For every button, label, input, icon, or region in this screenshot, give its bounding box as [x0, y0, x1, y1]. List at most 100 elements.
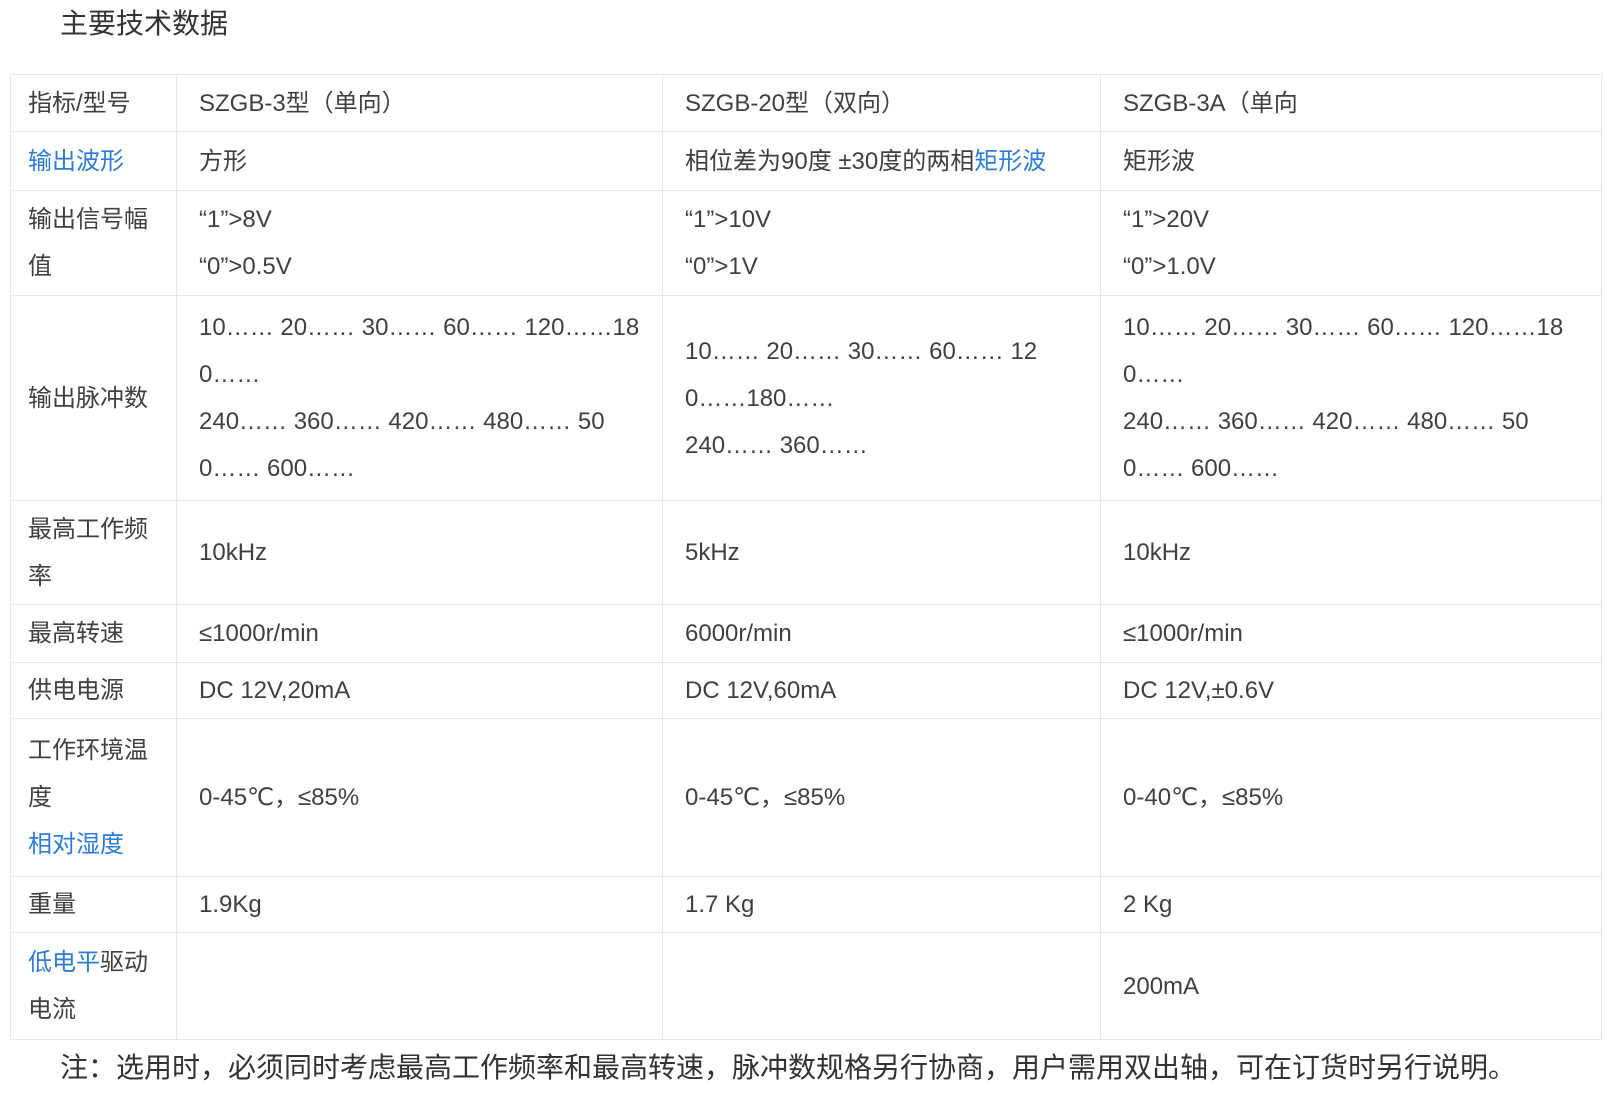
text: 0-40℃，≤85%: [1123, 784, 1283, 811]
text: 10kHz: [1123, 539, 1191, 566]
text: 0……: [199, 361, 260, 388]
cell-line: 240…… 360…… 420…… 480…… 50: [1123, 398, 1593, 445]
text: “1”>20V: [1123, 206, 1209, 233]
text: 电流: [28, 996, 76, 1023]
cell-line: 2 Kg: [1123, 881, 1593, 928]
table-body: 输出波形方形相位差为90度 ±30度的两相矩形波矩形波输出信号幅值“1”>8V“…: [11, 132, 1602, 1040]
cell-line: 10kHz: [1123, 529, 1593, 576]
text: “0”>1.0V: [1123, 253, 1216, 280]
text: “0”>1V: [685, 253, 758, 280]
cell-line: “0”>0.5V: [199, 243, 654, 290]
cell-line: 0-45℃，≤85%: [685, 774, 1092, 821]
cell: 6000r/min: [663, 605, 1101, 663]
cell-line: “0”>1.0V: [1123, 243, 1593, 290]
text: 度: [28, 784, 52, 811]
cell-line: DC 12V,60mA: [685, 667, 1092, 714]
text: ≤1000r/min: [199, 620, 319, 647]
cell-line: 1.7 Kg: [685, 881, 1092, 928]
cell: [177, 933, 663, 1040]
text: 2 Kg: [1123, 891, 1172, 918]
row-label: 最高工作频率: [11, 501, 177, 605]
cell-line: ≤1000r/min: [1123, 610, 1593, 657]
cell-line: ≤1000r/min: [199, 610, 654, 657]
cell-line: 0…… 600……: [199, 445, 654, 492]
row-label: 输出波形: [11, 132, 177, 191]
text: ≤1000r/min: [1123, 620, 1243, 647]
text: 供电电源: [28, 677, 124, 704]
column-header: 指标/型号: [11, 75, 177, 132]
text: 5kHz: [685, 539, 740, 566]
table-row: 输出信号幅值“1”>8V“0”>0.5V“1”>10V“0”>1V“1”>20V…: [11, 191, 1602, 296]
cell: “1”>10V “0”>1V: [663, 191, 1101, 296]
cell: 2 Kg: [1101, 877, 1602, 933]
link[interactable]: 相对湿度: [28, 831, 124, 858]
text: 0…… 600……: [1123, 455, 1279, 482]
cell-line: 10…… 20…… 30…… 60…… 12: [685, 328, 1092, 375]
cell: ≤1000r/min: [177, 605, 663, 663]
cell: ≤1000r/min: [1101, 605, 1602, 663]
cell: 10…… 20…… 30…… 60…… 120……180……240…… 360……: [1101, 296, 1602, 501]
text: 输出脉冲数: [28, 385, 148, 412]
link[interactable]: 输出波形: [28, 148, 124, 175]
cell: 1.9Kg: [177, 877, 663, 933]
cell-line: “1”>10V: [685, 196, 1092, 243]
cell-line: 10…… 20…… 30…… 60…… 120……18: [199, 304, 654, 351]
cell: 0-40℃，≤85%: [1101, 719, 1602, 877]
spec-table: 指标/型号SZGB-3型（单向）SZGB-20型（双向）SZGB-3A（单向 输…: [10, 74, 1602, 1040]
text: 相位差为90度 ±30度的两相: [685, 148, 974, 175]
cell: DC 12V,60mA: [663, 663, 1101, 719]
row-label: 供电电源: [11, 663, 177, 719]
cell-line: 最高转速: [28, 610, 168, 657]
cell-line: 供电电源: [28, 667, 168, 714]
table-header: 指标/型号SZGB-3型（单向）SZGB-20型（双向）SZGB-3A（单向: [11, 75, 1602, 132]
cell: 0-45℃，≤85%: [663, 719, 1101, 877]
cell: 5kHz: [663, 501, 1101, 605]
cell-line: 输出脉冲数: [28, 375, 168, 422]
text: DC 12V,60mA: [685, 677, 836, 704]
column-header: SZGB-3A（单向: [1101, 75, 1602, 132]
text: 0-45℃，≤85%: [685, 784, 845, 811]
cell-line: 最高工作频: [28, 506, 168, 553]
cell-line: 低电平驱动: [28, 939, 168, 986]
text: 10kHz: [199, 539, 267, 566]
cell-line: 10…… 20…… 30…… 60…… 120……18: [1123, 304, 1593, 351]
text: 240…… 360……: [685, 432, 868, 459]
cell: “1”>20V “0”>1.0V: [1101, 191, 1602, 296]
cell: 相位差为90度 ±30度的两相矩形波: [663, 132, 1101, 191]
table-row: 最高工作频率 10kHz 5kHz 10kHz: [11, 501, 1602, 605]
text: 0……180……: [685, 385, 834, 412]
cell-line: 0……: [199, 351, 654, 398]
table-row: 供电电源DC 12V,20mADC 12V,60mADC 12V,±0.6V: [11, 663, 1602, 719]
cell-line: 1.9Kg: [199, 881, 654, 928]
cell-line: 率: [28, 553, 168, 600]
cell-line: 方形: [199, 138, 654, 185]
text: 最高转速: [28, 620, 124, 647]
cell: 10kHz: [177, 501, 663, 605]
table-row: 输出波形方形相位差为90度 ±30度的两相矩形波矩形波: [11, 132, 1602, 191]
link[interactable]: 低电平: [28, 949, 100, 976]
text: DC 12V,±0.6V: [1123, 677, 1274, 704]
cell-line: 240…… 360……: [685, 422, 1092, 469]
cell: 矩形波: [1101, 132, 1602, 191]
text: 240…… 360…… 420…… 480…… 50: [1123, 408, 1529, 435]
cell-line: 输出信号幅: [28, 196, 168, 243]
row-label: 低电平驱动电流: [11, 933, 177, 1040]
cell-line: 电流: [28, 986, 168, 1033]
table-row: 工作环境温度相对湿度0-45℃，≤85%0-45℃，≤85%0-40℃，≤85%: [11, 719, 1602, 877]
cell-line: 6000r/min: [685, 610, 1092, 657]
row-label: 重量: [11, 877, 177, 933]
footnote: 注：选用时，必须同时考虑最高工作频率和最高转速，脉冲数规格另行协商，用户需用双出…: [60, 1051, 1603, 1085]
text: 200mA: [1123, 973, 1199, 1000]
column-header: SZGB-3型（单向）: [177, 75, 663, 132]
text: 驱动: [100, 949, 148, 976]
text: 6000r/min: [685, 620, 792, 647]
cell-line: 工作环境温: [28, 727, 168, 774]
cell: 10…… 20…… 30…… 60…… 12 0……180…… 240…… 360……: [663, 296, 1101, 501]
cell-line: 240…… 360…… 420…… 480…… 50: [199, 398, 654, 445]
text: “1”>8V: [199, 206, 272, 233]
text: “1”>10V: [685, 206, 771, 233]
text: 10…… 20…… 30…… 60…… 12: [685, 338, 1037, 365]
link[interactable]: 矩形波: [974, 148, 1046, 175]
cell: 10kHz: [1101, 501, 1602, 605]
text: 10…… 20…… 30…… 60…… 120……18: [1123, 314, 1563, 341]
